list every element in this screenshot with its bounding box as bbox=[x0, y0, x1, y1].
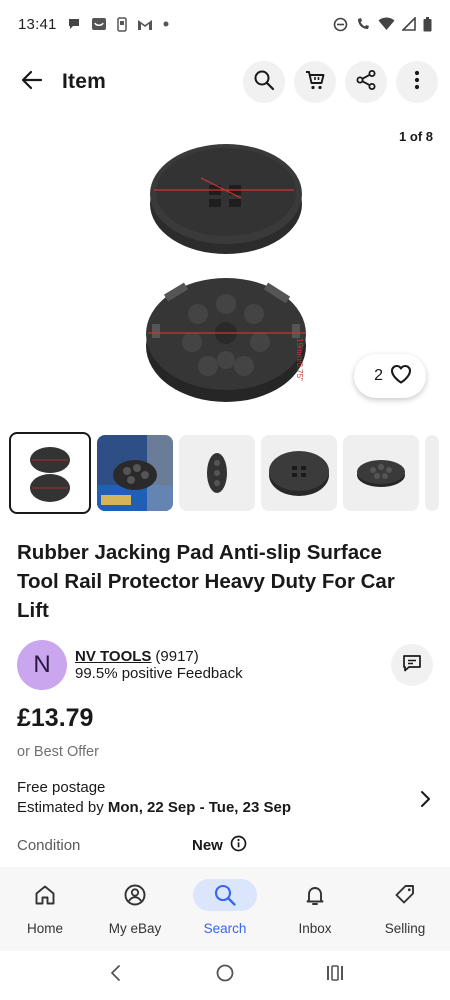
nav-selling-label: Selling bbox=[384, 921, 426, 936]
nav-inbox[interactable]: Inbox bbox=[270, 867, 360, 951]
system-navigation-bar bbox=[0, 951, 450, 1000]
system-recents-button[interactable] bbox=[315, 956, 355, 996]
image-counter: 1 of 8 bbox=[399, 129, 433, 144]
status-bar: 13:41 bbox=[0, 0, 450, 48]
account-icon bbox=[103, 879, 167, 911]
thumbnail-4[interactable] bbox=[261, 435, 337, 511]
chat-bubble-icon bbox=[67, 17, 81, 31]
delivery-prefix: Estimated by bbox=[17, 799, 104, 816]
nav-inbox-label: Inbox bbox=[298, 921, 332, 936]
app-bar: Item bbox=[0, 58, 450, 106]
back-button[interactable] bbox=[16, 66, 48, 98]
message-icon bbox=[402, 653, 422, 678]
thumbnail-2[interactable] bbox=[97, 435, 173, 511]
app-bar-actions bbox=[243, 61, 438, 103]
gmail-icon bbox=[137, 18, 153, 31]
nav-search-label: Search bbox=[203, 921, 247, 936]
watch-count: 2 bbox=[374, 367, 383, 384]
thumbnail-5[interactable] bbox=[343, 435, 419, 511]
seller-name-link[interactable]: NV TOOLS bbox=[75, 648, 151, 665]
nav-home[interactable]: Home bbox=[0, 867, 90, 951]
signal-icon bbox=[402, 17, 416, 31]
system-back-button[interactable] bbox=[95, 956, 135, 996]
heart-icon bbox=[390, 364, 412, 389]
battery-icon bbox=[423, 16, 432, 32]
seller-feedback-count: (9917) bbox=[155, 648, 199, 665]
chevron-right-icon bbox=[419, 790, 431, 813]
chevron-left-icon bbox=[109, 964, 121, 987]
nav-my-ebay[interactable]: My eBay bbox=[90, 867, 180, 951]
search-button[interactable] bbox=[243, 61, 285, 103]
dot-icon bbox=[163, 21, 169, 27]
seller-info: N NV TOOLS (9917) 99.5% positive Feedbac… bbox=[17, 640, 433, 690]
nav-my-ebay-label: My eBay bbox=[108, 921, 162, 936]
status-left: 13:41 bbox=[18, 16, 169, 33]
phone-storage-icon bbox=[116, 16, 127, 32]
seller-line: NV TOOLS (9917) bbox=[75, 648, 243, 665]
more-vert-icon bbox=[414, 70, 420, 95]
nav-search[interactable]: Search bbox=[180, 867, 270, 951]
system-home-button[interactable] bbox=[205, 956, 245, 996]
search-icon bbox=[193, 879, 257, 911]
thumbnail-6[interactable] bbox=[425, 435, 439, 511]
status-right bbox=[333, 16, 432, 32]
share-button[interactable] bbox=[345, 61, 387, 103]
ebay-notification-icon bbox=[91, 16, 107, 32]
page-title: Item bbox=[62, 70, 106, 93]
cart-icon bbox=[304, 69, 326, 96]
item-price: £13.79 bbox=[17, 704, 94, 732]
thumbnail-strip[interactable] bbox=[9, 432, 450, 514]
product-image[interactable]: 19mm/0.75" bbox=[136, 128, 321, 416]
best-offer-text: or Best Offer bbox=[17, 744, 99, 760]
share-icon bbox=[355, 69, 377, 96]
circle-home-icon bbox=[216, 964, 234, 987]
recents-icon bbox=[326, 965, 344, 986]
delivery-dates: Mon, 22 Sep - Tue, 23 Sep bbox=[107, 799, 291, 816]
info-icon[interactable] bbox=[230, 835, 247, 856]
free-postage: Free postage bbox=[17, 779, 106, 796]
seller-text: NV TOOLS (9917) 99.5% positive Feedback bbox=[75, 648, 243, 682]
status-time: 13:41 bbox=[18, 15, 57, 33]
condition-value-group: New bbox=[192, 835, 247, 856]
arrow-left-icon bbox=[21, 69, 43, 96]
condition-label: Condition bbox=[17, 837, 81, 854]
condition-row: Condition New bbox=[17, 835, 437, 856]
thumbnail-1[interactable] bbox=[9, 432, 91, 514]
shipping-row[interactable]: Free postage Estimated by Mon, 22 Sep - … bbox=[17, 778, 437, 824]
thumbnail-3[interactable] bbox=[179, 435, 255, 511]
wifi-icon bbox=[378, 17, 395, 31]
seller-feedback: 99.5% positive Feedback bbox=[75, 665, 243, 682]
bell-icon bbox=[283, 879, 347, 911]
bottom-navigation: Home My eBay Search Inbox Selling bbox=[0, 867, 450, 951]
image-gallery[interactable]: 1 of 8 19mm/0.75" 2 bbox=[0, 118, 450, 418]
nav-selling[interactable]: Selling bbox=[360, 867, 450, 951]
home-icon bbox=[13, 879, 77, 911]
cart-button[interactable] bbox=[294, 61, 336, 103]
tag-icon bbox=[373, 879, 437, 911]
wifi-calling-icon bbox=[355, 17, 371, 32]
do-not-disturb-icon bbox=[333, 17, 348, 32]
search-icon bbox=[253, 69, 275, 96]
delivery-estimate: Estimated by Mon, 22 Sep - Tue, 23 Sep bbox=[17, 798, 437, 818]
item-title: Rubber Jacking Pad Anti-slip Surface Too… bbox=[17, 541, 395, 622]
image-dimension-label: 19mm/0.75" bbox=[295, 338, 304, 381]
nav-home-label: Home bbox=[26, 921, 63, 936]
condition-value: New bbox=[192, 837, 223, 854]
more-options-button[interactable] bbox=[396, 61, 438, 103]
seller-avatar[interactable]: N bbox=[17, 640, 67, 690]
contact-seller-button[interactable] bbox=[391, 644, 433, 686]
watch-button[interactable]: 2 bbox=[354, 354, 426, 398]
